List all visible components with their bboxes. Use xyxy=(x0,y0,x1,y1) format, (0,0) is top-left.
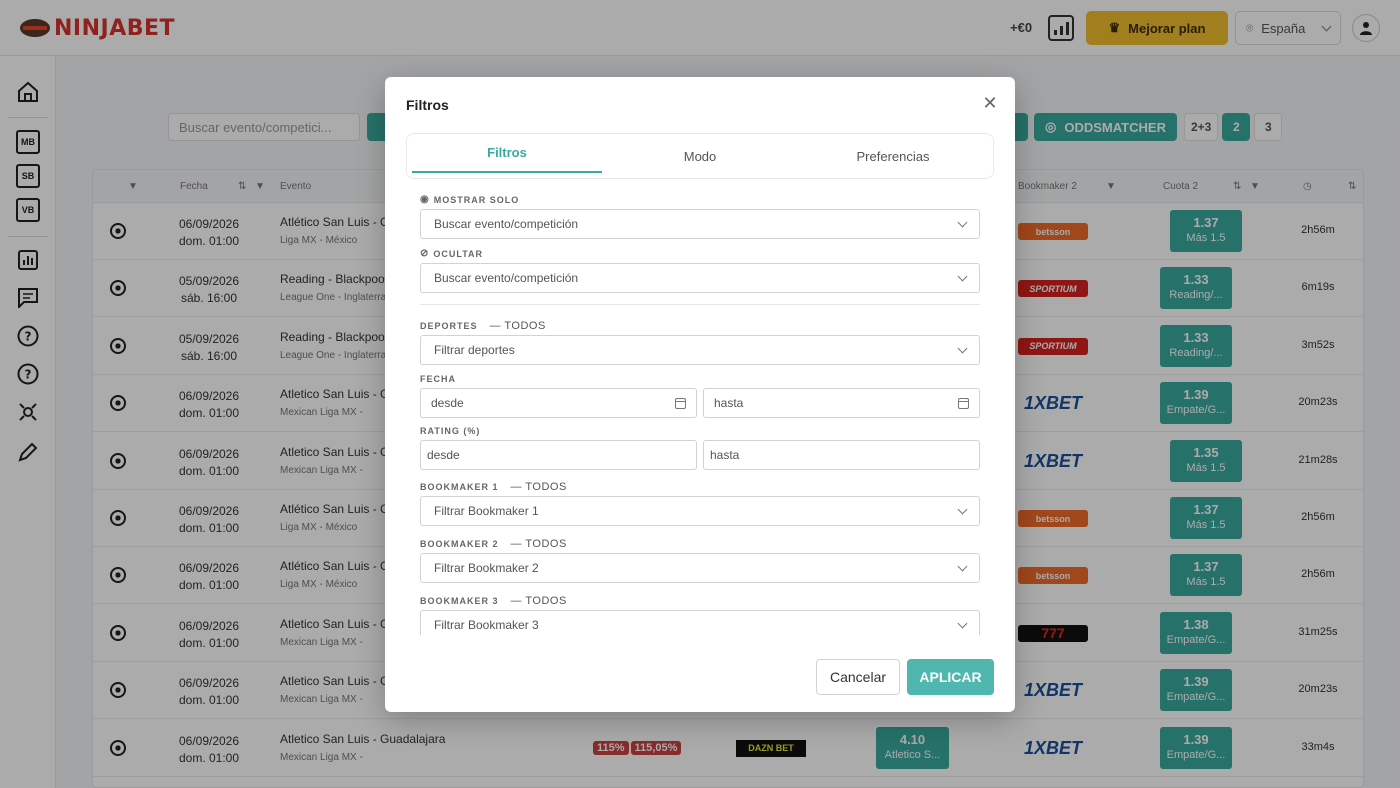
rating-hasta-input[interactable]: hasta xyxy=(703,440,980,470)
cancel-button[interactable]: Cancelar xyxy=(816,659,900,695)
ocultar-label: ⊘ OCULTAR xyxy=(420,248,483,259)
tab-preferencias[interactable]: Preferencias xyxy=(798,134,988,178)
bookmaker3-placeholder: Filtrar Bookmaker 3 xyxy=(434,618,539,632)
mostrar-solo-placeholder: Buscar evento/competición xyxy=(434,217,579,231)
eye-off-icon: ⊘ xyxy=(420,248,430,259)
calendar-icon[interactable] xyxy=(958,397,969,409)
divider xyxy=(420,304,980,305)
deportes-label: DEPORTES — TODOS xyxy=(420,320,546,332)
bookmaker1-placeholder: Filtrar Bookmaker 1 xyxy=(434,504,539,518)
rating-desde-input[interactable]: desde xyxy=(420,440,697,470)
mostrar-solo-text: MOSTRAR SOLO xyxy=(433,194,520,205)
chevron-down-icon xyxy=(957,561,968,571)
ocultar-placeholder: Buscar evento/competición xyxy=(434,271,579,285)
rating-desde-placeholder: desde xyxy=(427,448,460,462)
bookmaker1-label: BOOKMAKER 1 — TODOS xyxy=(420,481,567,493)
bookmaker2-todos: — TODOS xyxy=(510,538,567,550)
bookmaker3-select[interactable]: Filtrar Bookmaker 3 xyxy=(420,610,980,635)
bookmaker3-text: BOOKMAKER 3 xyxy=(420,596,499,606)
deportes-select[interactable]: Filtrar deportes xyxy=(420,335,980,365)
fecha-desde-placeholder: desde xyxy=(431,396,464,410)
fecha-desde-input[interactable]: desde xyxy=(420,388,697,418)
fecha-hasta-placeholder: hasta xyxy=(714,396,744,410)
eye-icon: ◉ xyxy=(420,194,430,205)
deportes-todos: — TODOS xyxy=(489,320,546,332)
filters-modal: Filtros ✕ Filtros Modo Preferencias ◉ MO… xyxy=(385,77,1015,712)
chevron-down-icon xyxy=(957,618,968,628)
chevron-down-icon xyxy=(957,271,968,281)
bookmaker2-placeholder: Filtrar Bookmaker 2 xyxy=(434,561,539,575)
ocultar-text: OCULTAR xyxy=(433,248,484,259)
bookmaker3-todos: — TODOS xyxy=(510,595,567,607)
tab-modo[interactable]: Modo xyxy=(605,134,795,178)
bookmaker2-text: BOOKMAKER 2 xyxy=(420,539,499,549)
ocultar-select[interactable]: Buscar evento/competición xyxy=(420,263,980,293)
mostrar-solo-select[interactable]: Buscar evento/competición xyxy=(420,209,980,239)
bookmaker1-todos: — TODOS xyxy=(510,481,567,493)
apply-button[interactable]: APLICAR xyxy=(907,659,994,695)
calendar-icon[interactable] xyxy=(675,397,686,409)
bookmaker1-select[interactable]: Filtrar Bookmaker 1 xyxy=(420,496,980,526)
chevron-down-icon xyxy=(957,217,968,227)
rating-label: RATING (%) xyxy=(420,426,481,436)
modal-tabs: Filtros Modo Preferencias xyxy=(406,133,994,179)
bookmaker2-select[interactable]: Filtrar Bookmaker 2 xyxy=(420,553,980,583)
deportes-text: DEPORTES xyxy=(420,321,478,331)
bookmaker3-label: BOOKMAKER 3 — TODOS xyxy=(420,595,567,607)
deportes-placeholder: Filtrar deportes xyxy=(434,343,515,357)
close-icon[interactable]: ✕ xyxy=(981,94,999,112)
fecha-label: FECHA xyxy=(420,374,456,384)
chevron-down-icon xyxy=(957,343,968,353)
tab-filtros[interactable]: Filtros xyxy=(412,134,602,173)
bookmaker1-text: BOOKMAKER 1 xyxy=(420,482,499,492)
modal-title: Filtros xyxy=(406,97,449,113)
filters-form: ◉ MOSTRAR SOLO Buscar evento/competición… xyxy=(420,189,980,635)
chevron-down-icon xyxy=(957,504,968,514)
rating-hasta-placeholder: hasta xyxy=(710,448,740,462)
bookmaker2-label: BOOKMAKER 2 — TODOS xyxy=(420,538,567,550)
fecha-hasta-input[interactable]: hasta xyxy=(703,388,980,418)
mostrar-solo-label: ◉ MOSTRAR SOLO xyxy=(420,194,519,205)
